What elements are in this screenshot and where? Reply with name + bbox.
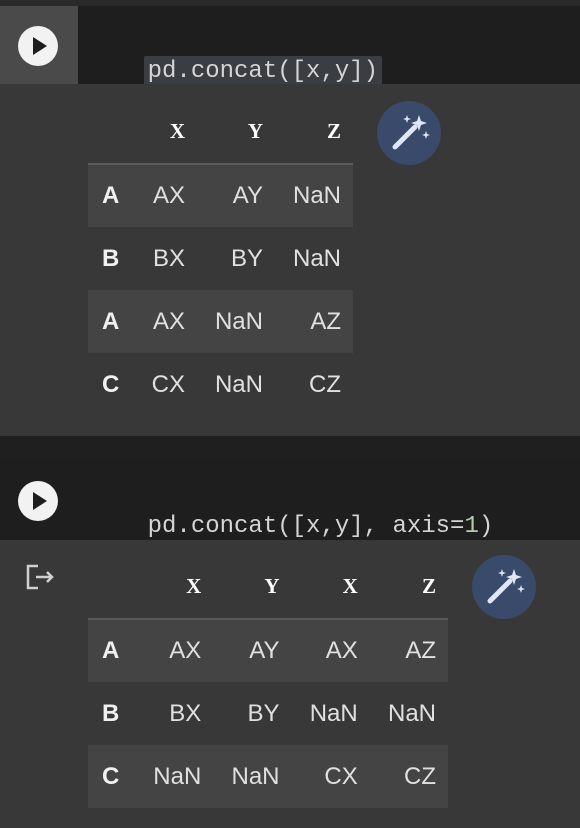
row-index: A [102,637,120,664]
column-header: Z [369,555,448,620]
output-area-2: X Y X Z A AX AY AX AZ B BX BY NaN NaN C … [0,540,580,828]
output-redirect-icon [26,564,54,590]
magic-wand-button[interactable] [472,555,536,619]
index-header [88,100,135,165]
table-cell: AZ [405,637,436,664]
row-index: A [102,307,120,335]
column-header: Y [213,555,292,620]
output-action-button[interactable] [24,562,58,597]
row-index: C [102,762,120,790]
header-row: X Y Z [88,100,353,165]
header-row: X Y X Z [88,555,448,620]
run-gutter [0,460,78,540]
table-cell: AZ [310,307,341,335]
table-cell: BX [153,244,186,272]
table-cell: NaN [214,370,263,398]
code-cell-1[interactable]: pd.concat([x,y]) [0,6,580,87]
column-header: Y [197,100,275,165]
row-index: B [102,699,120,727]
column-header: X [291,555,370,620]
code-cell-2[interactable]: pd.concat([x,y], axis=1) [0,460,580,540]
table-cell: CZ [404,762,436,790]
dataframe-table: X Y Z A AX AY NaN B BX BY NaN A AX NaN A… [88,100,353,416]
cell-separator [0,436,580,460]
magic-wand-button[interactable] [377,101,441,165]
magic-wand-icon [392,115,430,150]
table-cell: NaN [292,182,341,209]
table-cell: NaN [292,244,341,272]
row-index: A [102,182,120,209]
index-header [88,555,136,620]
code-number-literal: 1 [464,513,479,540]
run-cell-button[interactable] [18,26,58,66]
table-cell: CZ [309,370,341,398]
table-cell: AX [169,637,202,664]
column-header: X [135,555,214,620]
run-cell-button[interactable] [18,481,58,521]
code-text: pd.concat([x,y], axis= [147,513,465,540]
table-row: B BX BY NaN NaN [88,682,448,745]
play-icon [33,37,47,55]
column-header: X [134,100,198,165]
table-cell: NaN [387,699,436,727]
table-cell: CX [324,762,358,790]
code-text-end: ) [478,513,494,540]
table-cell: NaN [309,699,358,727]
table-cell: AX [153,182,186,209]
row-index: C [102,370,120,398]
table-row: C CX NaN CZ [88,353,353,416]
table-cell: BX [169,699,202,727]
table-row: A AX AY NaN [88,164,353,227]
table-row: A AX NaN AZ [88,290,353,353]
output-area-1: X Y Z A AX AY NaN B BX BY NaN A AX NaN A… [0,84,580,436]
table-row: C NaN NaN CX CZ [88,745,448,808]
table-cell: NaN [214,307,263,335]
table-cell: NaN [153,762,202,790]
table-row: B BX BY NaN [88,227,353,290]
run-gutter [0,6,78,84]
table-cell: AY [232,182,263,209]
table-cell: NaN [231,762,280,790]
table-cell: AX [325,637,358,664]
table-cell: AX [153,307,186,335]
code-line: pd.concat([x,y]) [143,56,383,87]
row-index: B [102,244,120,272]
table-cell: AY [249,637,280,664]
play-icon [33,492,47,510]
magic-wand-icon [487,569,525,604]
dataframe-table: X Y X Z A AX AY AX AZ B BX BY NaN NaN C … [88,555,448,808]
column-header: Z [274,100,353,165]
table-row: A AX AY AX AZ [88,619,448,682]
table-cell: CX [151,370,186,398]
table-cell: BY [230,244,263,272]
table-cell: BY [247,699,280,727]
